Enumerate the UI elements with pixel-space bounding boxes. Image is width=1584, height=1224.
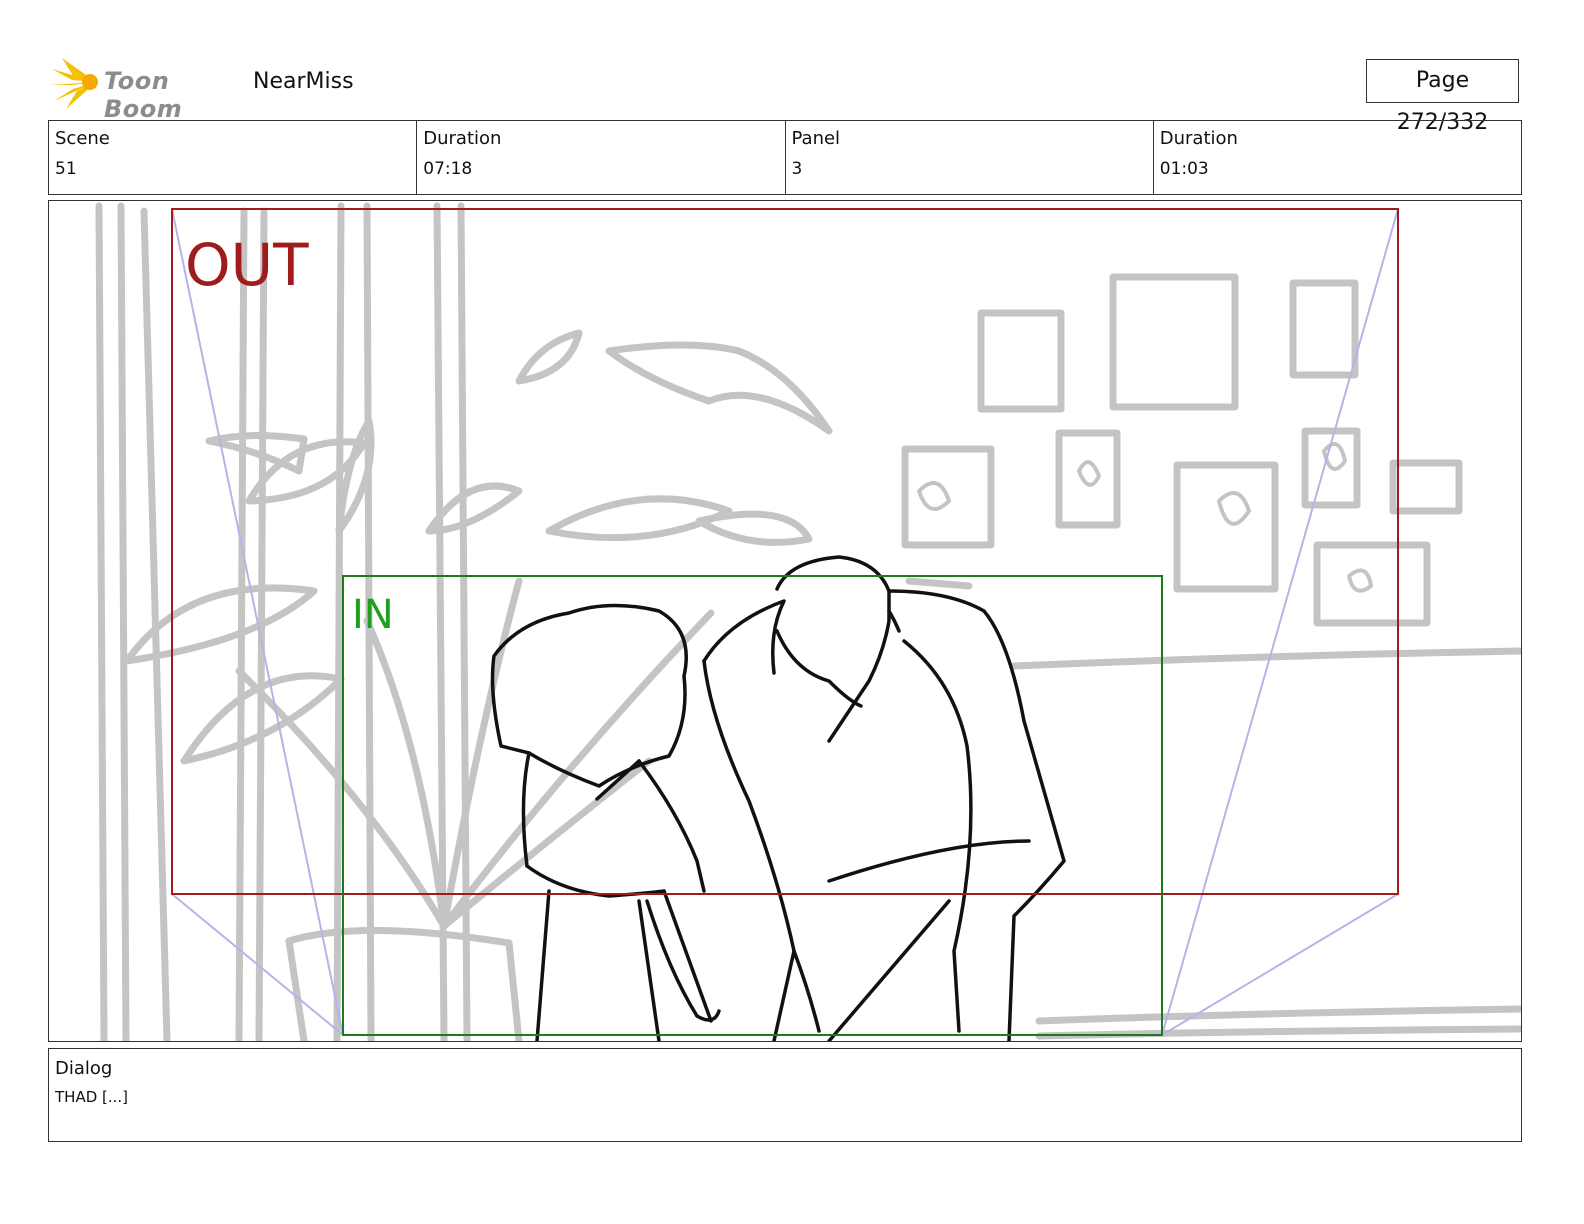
scene-value: 51: [55, 159, 77, 179]
storyboard-panel: OUT IN: [48, 200, 1522, 1042]
panel-cell: Panel 3: [786, 121, 1154, 194]
out-label: OUT: [185, 231, 309, 299]
background-sketch: [95, 202, 1521, 1041]
dialog-label: Dialog: [55, 1058, 113, 1079]
starburst-icon: [50, 58, 98, 109]
panel-duration-value: 01:03: [1159, 159, 1209, 179]
dialog-text: THAD [...]: [55, 1088, 129, 1106]
scene-label: Scene: [55, 128, 110, 149]
dialog-box: Dialog THAD [...]: [48, 1048, 1522, 1142]
character-sketch: [490, 555, 1066, 1041]
panel-label: Panel: [791, 128, 841, 149]
scene-info-table: Scene 51 Duration 07:18 Panel 3 Duration…: [48, 120, 1522, 195]
logo-text: Toon Boom: [104, 67, 183, 123]
out-frame: [171, 208, 1399, 895]
scene-cell: Scene 51: [49, 121, 418, 194]
page-number: Page 272/332: [1366, 59, 1519, 135]
panel-duration-label: Duration: [1159, 128, 1238, 149]
toon-boom-logo: Toon Boom: [50, 55, 246, 123]
panel-drawing: OUT IN: [95, 202, 1521, 1041]
scene-duration-cell: Duration 07:18: [417, 121, 786, 194]
scene-duration-label: Duration: [423, 128, 502, 149]
page-header: Toon Boom NearMiss Page 272/332: [50, 55, 1540, 135]
panel-value: 3: [791, 159, 803, 179]
project-title: NearMiss: [253, 69, 354, 94]
scene-duration-value: 07:18: [423, 159, 473, 179]
panel-duration-cell: Duration 01:03: [1154, 121, 1521, 194]
in-label: IN: [352, 592, 394, 638]
